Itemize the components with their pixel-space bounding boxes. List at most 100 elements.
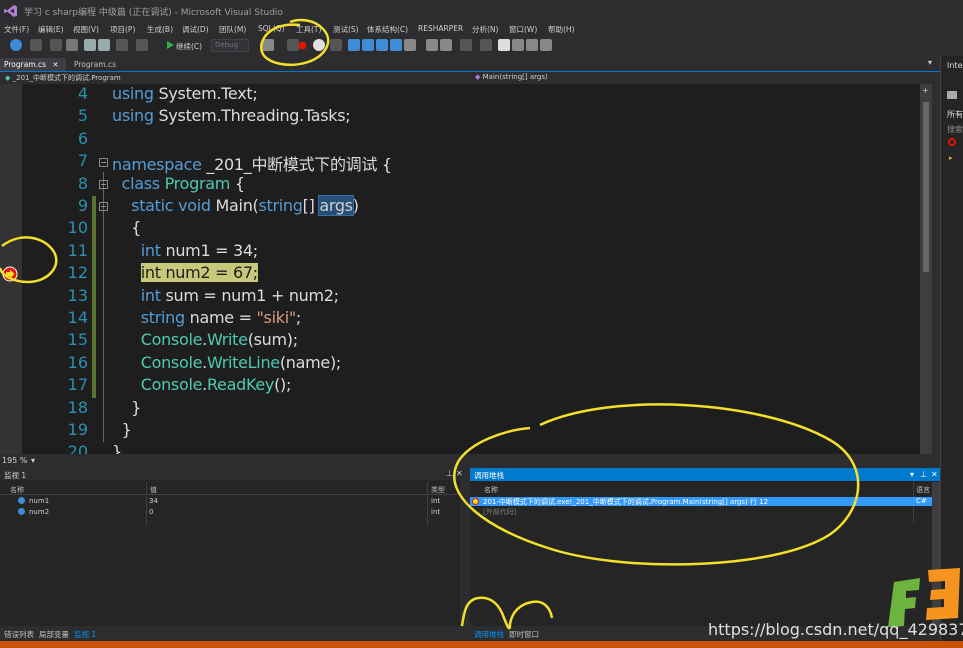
line-number: 6 bbox=[77, 128, 88, 148]
menu-build[interactable]: 生成(B) bbox=[147, 24, 173, 35]
code-line[interactable]: 10 { bbox=[0, 218, 932, 240]
code-token: } bbox=[112, 442, 122, 454]
scroll-thumb[interactable] bbox=[923, 102, 929, 272]
tab-locals[interactable]: 局部变量 bbox=[39, 629, 69, 640]
menu-file[interactable]: 文件(F) bbox=[4, 24, 29, 35]
code-line[interactable]: 12 int num2 = 67; bbox=[0, 263, 932, 285]
new-project-icon[interactable] bbox=[50, 39, 62, 51]
watch-panel: 监视 1 ⊥ ✕ 名称 值 类型 num1 34 int num2 0 int bbox=[0, 468, 463, 626]
menu-help[interactable]: 帮助(H) bbox=[548, 24, 575, 35]
tab-watch-1[interactable]: 监视 1 bbox=[74, 629, 96, 640]
indent-icon[interactable] bbox=[480, 39, 492, 51]
save-icon[interactable] bbox=[84, 39, 96, 51]
split-editor-icon[interactable]: + bbox=[922, 86, 929, 95]
zoom-dropdown-icon[interactable]: ▾ bbox=[31, 456, 35, 465]
back-icon[interactable] bbox=[10, 39, 22, 51]
type-selector[interactable]: ◆ _201_中断模式下的调试.Program bbox=[2, 72, 462, 84]
close-icon[interactable]: ✕ bbox=[52, 61, 58, 69]
code-line[interactable]: 8 class Program { bbox=[0, 174, 932, 196]
code-line[interactable]: 9 static void Main(string[] args) bbox=[0, 195, 932, 218]
table-row[interactable]: 201-中断模式下的调试.exe!_201_中断模式下的调试.Program.M… bbox=[470, 497, 932, 506]
table-row[interactable]: num1 34 int bbox=[0, 496, 460, 506]
zoom-level[interactable]: 195 % bbox=[2, 456, 27, 465]
configuration-dropdown[interactable]: Debug bbox=[211, 39, 249, 52]
tab-program-cs-2[interactable]: Program.cs bbox=[70, 58, 122, 71]
stop-debugging-icon[interactable] bbox=[299, 42, 306, 49]
code-line[interactable]: 11 int num1 = 34; bbox=[0, 241, 932, 263]
tab-immediate-window[interactable]: 即时窗口 bbox=[509, 629, 539, 640]
menu-window[interactable]: 窗口(W) bbox=[509, 24, 537, 35]
intellitrace-icon[interactable] bbox=[947, 91, 957, 99]
continue-button[interactable]: 继续(C) bbox=[176, 41, 202, 52]
close-icon[interactable]: ✕ bbox=[456, 469, 463, 478]
watch-value[interactable]: 34 bbox=[149, 497, 158, 505]
debug-location-icon[interactable] bbox=[262, 39, 274, 51]
undo-icon[interactable] bbox=[116, 39, 128, 51]
code-line[interactable]: 17 Console.ReadKey(); bbox=[0, 375, 932, 397]
code-token: _201_中断模式下的调试 { bbox=[201, 155, 392, 175]
code-token: (sum); bbox=[247, 330, 298, 350]
code-line[interactable]: 16 Console.WriteLine(name); bbox=[0, 353, 932, 375]
prev-bookmark-icon[interactable] bbox=[512, 39, 524, 51]
restart-icon[interactable] bbox=[313, 39, 325, 51]
tab-call-stack[interactable]: 调用堆栈 bbox=[474, 629, 504, 640]
continue-icon[interactable] bbox=[164, 39, 176, 51]
clear-bookmarks-icon[interactable] bbox=[540, 39, 552, 51]
visual-studio-logo-icon bbox=[4, 5, 17, 17]
tab-program-cs[interactable]: Program.cs ✕ bbox=[0, 58, 66, 71]
menu-edit[interactable]: 编辑(E) bbox=[38, 24, 64, 35]
code-line[interactable]: 20} bbox=[0, 442, 932, 454]
code-line[interactable]: 14 string name = "siki"; bbox=[0, 308, 932, 330]
code-line[interactable]: 18 } bbox=[0, 398, 932, 420]
forward-icon[interactable] bbox=[30, 39, 42, 51]
thread-icon[interactable] bbox=[404, 39, 416, 51]
menu-debug[interactable]: 调试(D) bbox=[182, 24, 209, 35]
code-line[interactable]: 4 using System.Text; bbox=[0, 84, 932, 106]
code-line[interactable]: 6 bbox=[0, 129, 932, 151]
table-row[interactable]: num2 0 int bbox=[0, 507, 460, 517]
dropdown-icon[interactable]: ▾ bbox=[910, 470, 914, 479]
save-all-icon[interactable] bbox=[98, 39, 110, 51]
menu-analyze[interactable]: 分析(N) bbox=[472, 24, 498, 35]
step-out-icon[interactable] bbox=[376, 39, 388, 51]
comment-icon[interactable] bbox=[426, 39, 438, 51]
pin-icon[interactable]: ⊥ bbox=[920, 470, 927, 479]
member-selector[interactable]: ◆ Main(string[] args) bbox=[472, 72, 932, 84]
code-line[interactable]: 15 Console.Write(sum); bbox=[0, 330, 932, 352]
menu-view[interactable]: 视图(V) bbox=[73, 24, 99, 35]
watch-value[interactable]: 0 bbox=[149, 508, 153, 516]
editor-vertical-scrollbar[interactable]: + bbox=[920, 84, 932, 454]
code-line[interactable]: 13 int sum = num1 + num2; bbox=[0, 286, 932, 308]
redo-icon[interactable] bbox=[136, 39, 148, 51]
menu-test[interactable]: 测试(S) bbox=[333, 24, 359, 35]
bookmark-icon[interactable] bbox=[498, 39, 510, 51]
code-line[interactable]: 5 using System.Threading.Tasks; bbox=[0, 106, 932, 128]
next-bookmark-icon[interactable] bbox=[526, 39, 538, 51]
close-icon[interactable]: ✕ bbox=[931, 470, 938, 479]
code-editor[interactable]: − − − 4 using System.Text; 5 using System.T… bbox=[0, 84, 932, 454]
tab-overflow-icon[interactable]: ▾ bbox=[928, 58, 932, 67]
menu-team[interactable]: 团队(M) bbox=[219, 24, 246, 35]
tab-error-list[interactable]: 错误列表 bbox=[4, 629, 34, 640]
menu-project[interactable]: 项目(P) bbox=[110, 24, 135, 35]
pin-icon[interactable]: ⊥ bbox=[446, 469, 453, 478]
code-line[interactable]: 7 namespace _201_中断模式下的调试 { bbox=[0, 151, 932, 175]
step-into-icon[interactable] bbox=[348, 39, 360, 51]
intellitrace-search[interactable]: 搜索 bbox=[947, 124, 963, 135]
open-file-icon[interactable] bbox=[66, 39, 78, 51]
call-stack-col-name[interactable]: 名称 bbox=[484, 485, 498, 495]
step-over-icon[interactable] bbox=[362, 39, 374, 51]
table-row[interactable]: [外部代码] bbox=[470, 507, 932, 516]
menu-tools[interactable]: 工具(T) bbox=[296, 24, 321, 35]
menu-resharper[interactable]: RESHARPER bbox=[418, 24, 463, 33]
menu-architecture[interactable]: 体系结构(C) bbox=[367, 24, 408, 35]
menu-sql[interactable]: SQL(Q) bbox=[258, 24, 285, 33]
code-line[interactable]: 19 } bbox=[0, 420, 932, 442]
format-icon[interactable] bbox=[460, 39, 472, 51]
show-next-statement-icon[interactable] bbox=[330, 39, 342, 51]
call-stack-col-language[interactable]: 语言 bbox=[916, 485, 930, 495]
uncomment-icon[interactable] bbox=[440, 39, 452, 51]
hex-display-icon[interactable] bbox=[390, 39, 402, 51]
break-all-icon[interactable] bbox=[287, 39, 299, 51]
code-token: [] bbox=[302, 196, 320, 215]
